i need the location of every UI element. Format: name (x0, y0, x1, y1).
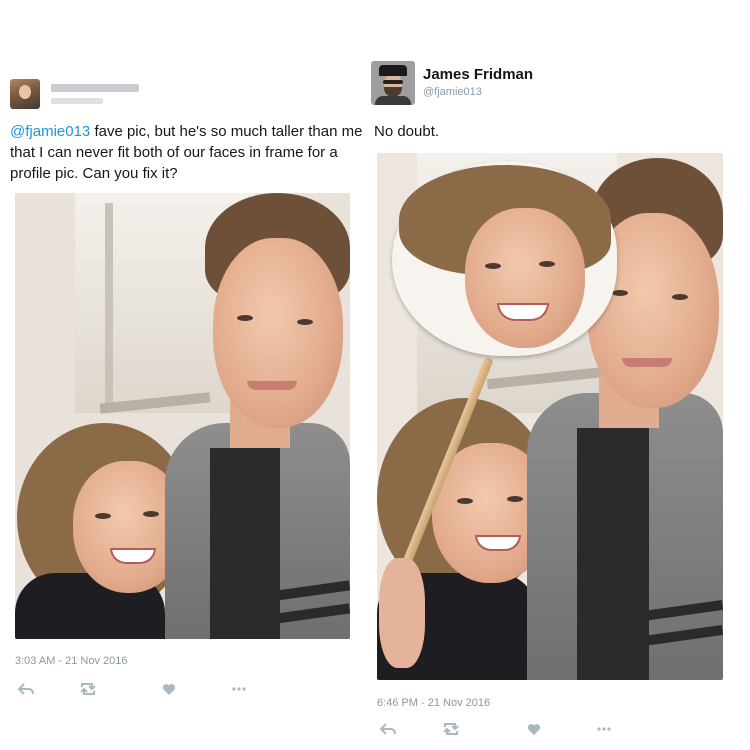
guy-eye (612, 290, 628, 296)
guy-face (213, 238, 343, 428)
girl-eye (95, 513, 111, 519)
reply-icon[interactable] (378, 721, 398, 737)
more-icon[interactable] (229, 681, 249, 697)
redacted-handle (51, 98, 103, 104)
tweet-photo[interactable] (377, 153, 723, 680)
tweet-photo[interactable] (15, 193, 350, 639)
tweet-text: @fjamie013 fave pic, but he's so much ta… (10, 121, 366, 184)
tweet-timestamp[interactable]: 6:46 PM - 21 Nov 2016 (377, 697, 490, 709)
hand (379, 558, 425, 668)
cutout-face (465, 208, 585, 348)
window-frame (105, 203, 113, 403)
original-tweet: @fjamie013 fave pic, but he's so much ta… (0, 0, 365, 750)
guy-eye (672, 294, 688, 300)
reply-icon[interactable] (16, 681, 36, 697)
like-icon[interactable] (524, 721, 544, 737)
cutout-eye (539, 261, 555, 267)
guy-shirt (210, 448, 280, 639)
guy-eye (297, 319, 313, 325)
cutout-eye (485, 263, 501, 269)
retweet-icon[interactable] (78, 681, 98, 697)
more-icon[interactable] (594, 721, 614, 737)
reply-tweet: James Fridman @fjamie013 No doubt. 6:46 (365, 0, 750, 750)
girl-eye (457, 498, 473, 504)
james-fridman-avatar[interactable] (371, 61, 415, 105)
mention-link[interactable]: @fjamie013 (10, 123, 90, 140)
retweet-icon[interactable] (441, 721, 461, 737)
display-name[interactable]: James Fridman (423, 66, 533, 83)
tweet-timestamp[interactable]: 3:03 AM - 21 Nov 2016 (15, 655, 128, 667)
girl-eye (143, 511, 159, 517)
like-icon[interactable] (159, 681, 179, 697)
guy-mouth (622, 358, 672, 367)
guy-eye (237, 315, 253, 321)
guy-mouth (247, 381, 297, 390)
user-avatar[interactable] (10, 79, 40, 109)
tweet-text: No doubt. (374, 123, 440, 140)
girl-eye (507, 496, 523, 502)
redacted-display-name (51, 84, 139, 92)
user-handle[interactable]: @fjamie013 (423, 86, 482, 98)
